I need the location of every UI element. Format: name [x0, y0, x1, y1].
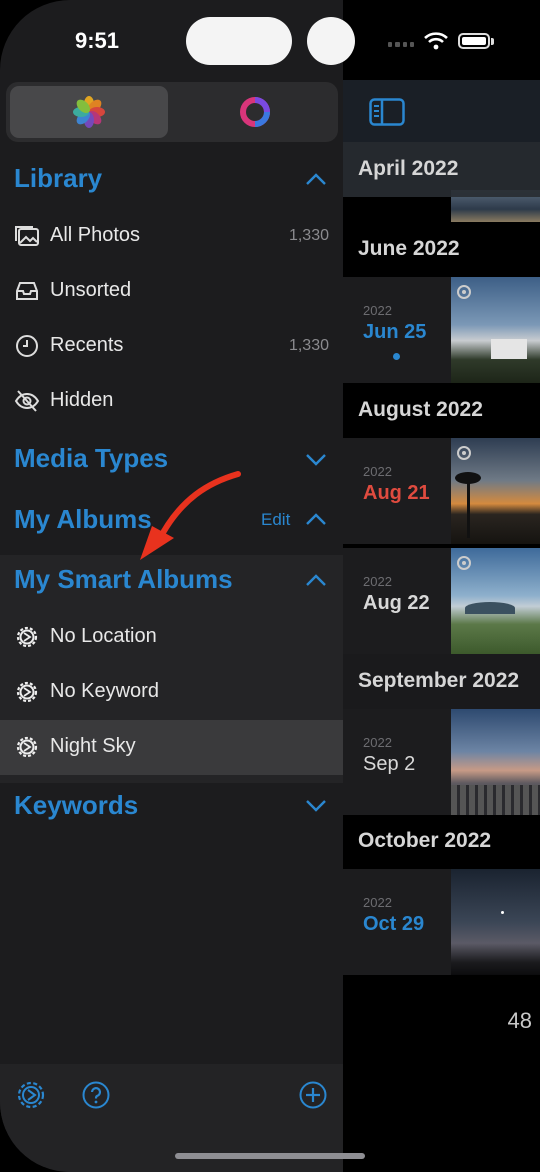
- battery-tip: [491, 38, 494, 45]
- sidebar: Library All Photos 1,330 Unsorted Recent…: [0, 0, 343, 1172]
- dynamic-island-left: [186, 17, 292, 65]
- smart-album-no-keyword[interactable]: No Keyword: [0, 665, 343, 720]
- live-photo-icon: [457, 556, 471, 570]
- section-my-smart-albums[interactable]: My Smart Albums: [14, 564, 233, 595]
- chevron-down-icon[interactable]: [305, 453, 327, 467]
- photo-thumbnail[interactable]: [451, 709, 540, 815]
- clock-icon: [16, 335, 38, 357]
- month-section-april: April 2022: [343, 142, 540, 222]
- wifi-icon: [424, 32, 448, 50]
- day-cell-aug22[interactable]: 2022 Aug 22: [343, 548, 451, 654]
- day-cell-sep2[interactable]: 2022 Sep 2: [343, 709, 451, 815]
- home-indicator[interactable]: [175, 1153, 365, 1159]
- day-cell-jun25[interactable]: 2022 Jun 25: [343, 277, 451, 383]
- dynamic-island-right: [307, 17, 355, 65]
- photo-stack-icon: [15, 226, 39, 246]
- status-bar: 9:51: [0, 0, 540, 80]
- app-source-button[interactable]: [176, 86, 334, 138]
- eye-slash-icon: [14, 390, 40, 412]
- photo-count: 48: [507, 1008, 532, 1033]
- month-header: June 2022: [358, 237, 460, 260]
- smart-album-no-location[interactable]: No Location: [0, 610, 343, 665]
- gear-icon: [16, 681, 38, 703]
- source-segmented-control: [6, 82, 338, 142]
- tray-icon: [16, 282, 38, 300]
- chevron-up-icon[interactable]: [305, 512, 327, 526]
- month-header: August 2022: [358, 398, 483, 421]
- month-header: April 2022: [343, 142, 540, 197]
- settings-gear-icon[interactable]: [16, 1080, 46, 1110]
- day-cell-oct29[interactable]: 2022 Oct 29: [343, 869, 451, 975]
- section-library[interactable]: Library: [14, 163, 102, 194]
- help-icon[interactable]: [81, 1080, 111, 1110]
- new-dot: [393, 353, 400, 360]
- chevron-up-icon[interactable]: [305, 573, 327, 587]
- add-icon[interactable]: [298, 1080, 328, 1110]
- section-keywords[interactable]: Keywords: [14, 790, 138, 821]
- day-cell-aug21[interactable]: 2022 Aug 21: [343, 438, 451, 544]
- annotation-arrow-icon: [140, 471, 241, 560]
- timeline-toolbar: [343, 80, 540, 142]
- sidebar-toggle-icon[interactable]: [369, 98, 405, 126]
- sidebar-item-all-photos[interactable]: All Photos 1,330: [0, 209, 343, 264]
- sidebar-item-recents[interactable]: Recents 1,330: [0, 319, 343, 374]
- edit-albums-button[interactable]: Edit: [261, 510, 290, 530]
- live-photo-icon: [457, 285, 471, 299]
- gear-icon: [16, 626, 38, 648]
- month-header: October 2022: [358, 829, 492, 852]
- phone-screen: April 2022 June 2022 2022 Jun 25 August …: [0, 0, 540, 1172]
- cellular-signal-icon: [388, 42, 414, 48]
- photos-app-icon: [73, 96, 105, 128]
- photo-thumbnail[interactable]: [451, 869, 540, 975]
- chevron-up-icon[interactable]: [305, 172, 327, 186]
- gear-icon: [16, 736, 38, 758]
- sidebar-item-hidden[interactable]: Hidden: [0, 374, 343, 429]
- live-photo-icon: [457, 446, 471, 460]
- month-header: September 2022: [343, 654, 540, 709]
- smart-album-night-sky[interactable]: Night Sky: [0, 720, 343, 775]
- photos-source-button[interactable]: [10, 86, 168, 138]
- battery-icon: [458, 33, 490, 49]
- status-time: 9:51: [75, 28, 120, 53]
- timeline-pane: April 2022 June 2022 2022 Jun 25 August …: [343, 0, 540, 1172]
- app-logo-icon: [240, 97, 270, 127]
- sidebar-item-unsorted[interactable]: Unsorted: [0, 264, 343, 319]
- chevron-down-icon[interactable]: [305, 799, 327, 813]
